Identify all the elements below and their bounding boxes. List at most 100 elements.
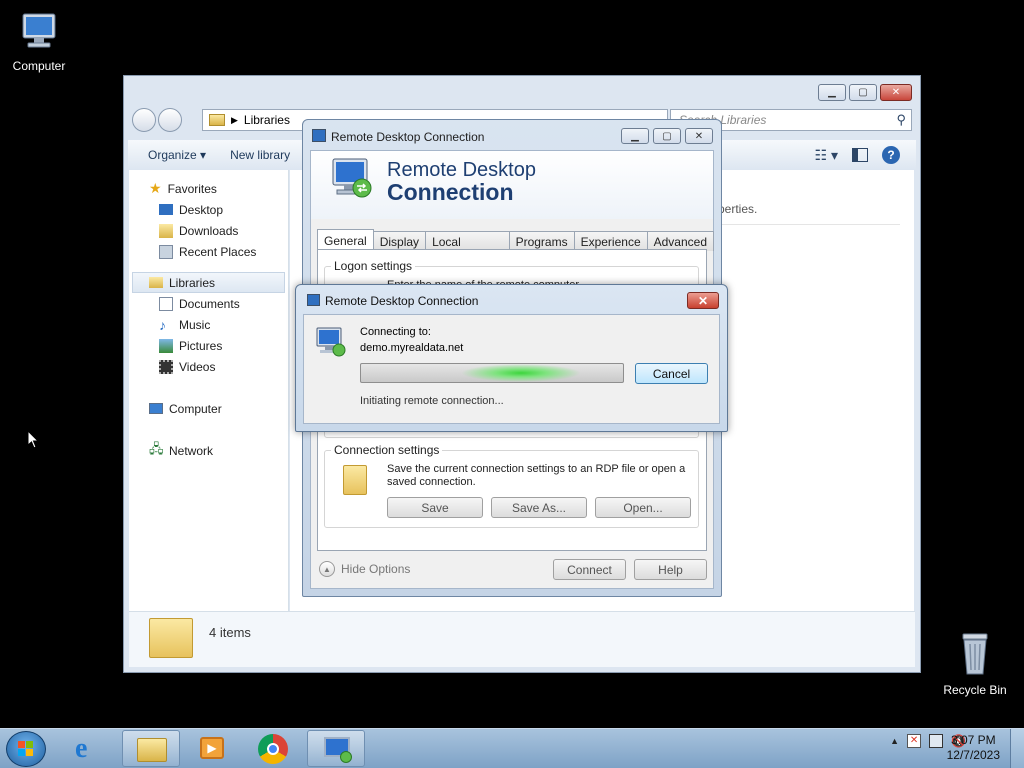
explorer-minimize-button[interactable]: ▁ bbox=[818, 84, 846, 101]
media-player-icon: ▶ bbox=[200, 737, 224, 759]
save-button[interactable]: Save bbox=[387, 497, 483, 518]
desktop-computer-label: Computer bbox=[12, 59, 66, 73]
connection-settings-label: Connection settings bbox=[331, 443, 443, 457]
internet-explorer-icon: e bbox=[75, 733, 88, 764]
folder-taskbar-icon bbox=[137, 738, 167, 762]
rdc-maximize-button[interactable]: ▢ bbox=[653, 128, 681, 144]
rdc-banner-line2: Connection bbox=[387, 179, 514, 205]
forward-button[interactable] bbox=[158, 108, 182, 132]
rdc-logo-icon bbox=[332, 158, 372, 198]
documents-icon bbox=[159, 296, 173, 311]
mouse-cursor-icon bbox=[27, 430, 39, 449]
tab-display[interactable]: Display bbox=[372, 231, 427, 251]
nav-libraries[interactable]: Libraries bbox=[132, 272, 285, 293]
tab-advanced[interactable]: Advanced bbox=[646, 231, 714, 251]
tab-local-resources[interactable]: Local Resources bbox=[425, 231, 510, 263]
show-hidden-icons[interactable]: ▲ bbox=[890, 736, 899, 746]
libraries-folder-icon bbox=[209, 114, 225, 126]
taskbar: e ▶ ▲ ✕ 🔇 3:07 PM 12/7/2023 bbox=[0, 728, 1024, 768]
back-button[interactable] bbox=[132, 108, 156, 132]
libraries-icon bbox=[149, 277, 163, 288]
breadcrumb-libraries[interactable]: Libraries bbox=[244, 113, 290, 127]
address-chevron-icon: ▶ bbox=[231, 114, 238, 125]
connecting-to-label: Connecting to: bbox=[360, 326, 431, 338]
taskbar-media-player[interactable]: ▶ bbox=[183, 730, 241, 767]
desktop-icon bbox=[159, 204, 173, 215]
content-partial-text: perties. bbox=[718, 202, 758, 216]
connection-progress-bar bbox=[360, 363, 624, 383]
explorer-maximize-button[interactable]: ▢ bbox=[849, 84, 877, 101]
clock-time: 3:07 PM bbox=[950, 733, 996, 747]
network-tray-icon[interactable] bbox=[929, 734, 944, 748]
videos-icon bbox=[159, 359, 173, 374]
network-icon: 🖧 bbox=[149, 440, 164, 456]
start-button[interactable] bbox=[6, 731, 46, 767]
progress-marquee bbox=[461, 364, 581, 382]
downloads-icon bbox=[159, 223, 173, 238]
open-button[interactable]: Open... bbox=[595, 497, 691, 518]
organize-menu[interactable]: Organize ▾ bbox=[148, 148, 206, 162]
desktop-recycle-bin-icon[interactable]: Recycle Bin bbox=[938, 630, 1012, 697]
music-icon: ♪ bbox=[159, 316, 166, 333]
star-icon: ★ bbox=[149, 180, 162, 196]
clock-date: 12/7/2023 bbox=[946, 748, 1000, 762]
nav-desktop[interactable]: Desktop bbox=[129, 199, 288, 220]
nav-network[interactable]: 🖧 Network bbox=[129, 440, 288, 461]
recent-places-icon bbox=[159, 244, 173, 259]
logon-settings-label: Logon settings bbox=[331, 259, 416, 273]
connection-folder-icon bbox=[343, 465, 367, 495]
rdc-minimize-button[interactable]: ▁ bbox=[621, 128, 649, 144]
clock[interactable]: 3:07 PM 12/7/2023 bbox=[947, 733, 1000, 763]
pd-computer-icon bbox=[316, 327, 346, 357]
rdc-banner: Remote Desktop Connection bbox=[311, 151, 713, 219]
preview-pane-icon[interactable] bbox=[852, 148, 868, 162]
tab-general[interactable]: General bbox=[317, 229, 374, 251]
nav-downloads[interactable]: Downloads bbox=[129, 220, 288, 241]
pictures-icon bbox=[159, 338, 173, 353]
save-as-button[interactable]: Save As... bbox=[491, 497, 587, 518]
nav-documents[interactable]: Documents bbox=[129, 293, 288, 314]
desktop-computer-icon[interactable]: Computer bbox=[8, 10, 70, 73]
content-divider bbox=[718, 224, 900, 225]
hide-options-toggle[interactable]: ▲ Hide Options bbox=[319, 561, 410, 577]
connection-settings-group: Connection settings Save the current con… bbox=[324, 443, 699, 528]
nav-videos[interactable]: Videos bbox=[129, 356, 288, 377]
computer-small-icon bbox=[149, 403, 163, 414]
nav-favorites[interactable]: ★ Favorites bbox=[129, 178, 288, 199]
help-button[interactable]: Help bbox=[634, 559, 707, 580]
nav-pictures[interactable]: Pictures bbox=[129, 335, 288, 356]
connection-status-text: Initiating remote connection... bbox=[360, 395, 504, 407]
taskbar-ie[interactable]: e bbox=[61, 730, 119, 767]
pd-title-icon bbox=[307, 294, 320, 306]
taskbar-chrome[interactable] bbox=[244, 730, 302, 767]
explorer-close-button[interactable]: ✕ bbox=[880, 84, 912, 101]
windows-logo-icon bbox=[18, 741, 33, 756]
cancel-button[interactable]: Cancel bbox=[635, 363, 708, 384]
pd-title: Remote Desktop Connection bbox=[325, 294, 479, 308]
navigation-pane: ★ Favorites Desktop Downloads Recent Plac… bbox=[129, 170, 289, 612]
nav-recent-places[interactable]: Recent Places bbox=[129, 241, 288, 262]
taskbar-explorer[interactable] bbox=[122, 730, 180, 767]
show-desktop-button[interactable] bbox=[1010, 729, 1024, 768]
rdc-title-icon bbox=[312, 129, 326, 142]
view-options-icon[interactable]: ☷ ▾ bbox=[815, 147, 838, 164]
help-icon[interactable]: ? bbox=[882, 146, 900, 164]
connection-settings-text: Save the current connection settings to … bbox=[387, 463, 686, 488]
search-icon: ⚲ bbox=[896, 112, 906, 127]
connect-button[interactable]: Connect bbox=[553, 559, 626, 580]
rdc-tabs: General Display Local Resources Programs… bbox=[317, 229, 714, 263]
rdc-close-button[interactable]: ✕ bbox=[685, 128, 713, 144]
details-pane: 4 items bbox=[129, 611, 915, 667]
nav-music[interactable]: ♪ Music bbox=[129, 314, 288, 335]
recycle-bin-icon bbox=[962, 633, 988, 675]
pd-close-button[interactable]: ✕ bbox=[687, 292, 719, 309]
new-library-button[interactable]: New library bbox=[230, 148, 290, 162]
taskbar-rdc[interactable] bbox=[307, 730, 365, 767]
action-center-icon[interactable]: ✕ bbox=[907, 734, 922, 748]
chevron-up-icon: ▲ bbox=[319, 561, 335, 577]
nav-computer[interactable]: Computer bbox=[129, 398, 288, 419]
tab-experience[interactable]: Experience bbox=[573, 231, 648, 251]
status-item-count: 4 items bbox=[209, 625, 251, 640]
libraries-large-icon bbox=[149, 618, 193, 658]
tab-programs[interactable]: Programs bbox=[508, 231, 575, 251]
